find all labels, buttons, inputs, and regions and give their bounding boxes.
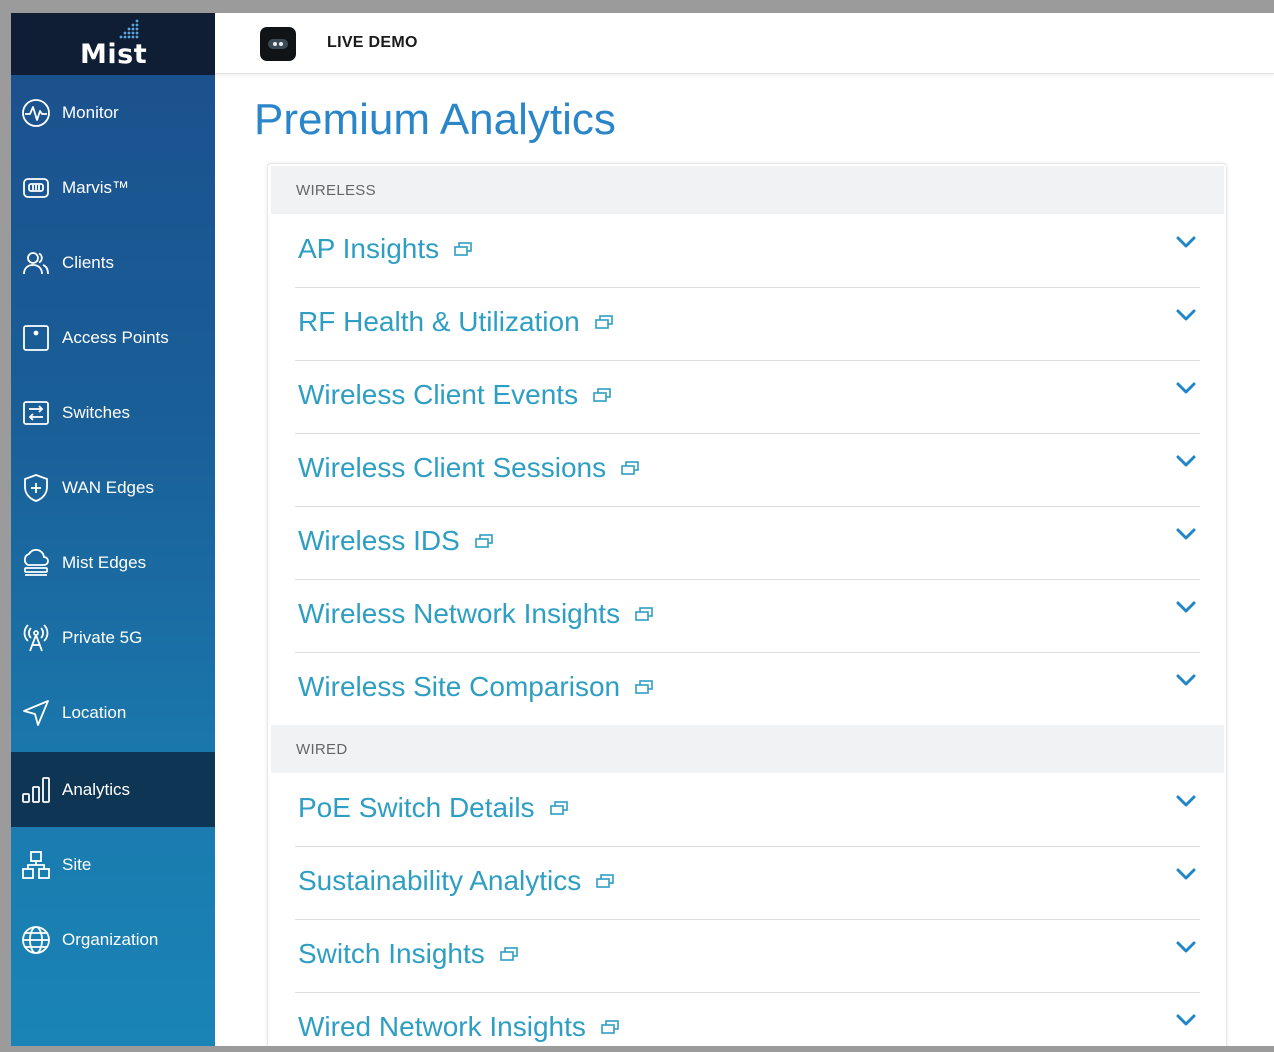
- sidebar-item-site[interactable]: Site: [11, 827, 215, 902]
- list-item-switch-insights[interactable]: Switch Insights: [295, 919, 1200, 993]
- external-link-icon: [474, 534, 493, 548]
- live-demo-icon[interactable]: [260, 27, 296, 61]
- sidebar-item-label: Monitor: [62, 102, 119, 122]
- section-header-wireless: WIRELESS: [271, 166, 1224, 214]
- sidebar-item-analytics[interactable]: Analytics: [11, 752, 215, 827]
- list-item-wireless-ids[interactable]: Wireless IDS: [295, 506, 1200, 580]
- section-header-label: WIRELESS: [296, 181, 376, 199]
- access-point-icon: [20, 322, 52, 354]
- clients-icon: [20, 247, 52, 279]
- list-item-rf-health[interactable]: RF Health & Utilization: [295, 287, 1200, 361]
- sidebar-item-label: Site: [62, 854, 92, 874]
- chevron-down-icon[interactable]: [1175, 793, 1197, 809]
- mist-edge-icon: [20, 547, 52, 579]
- chevron-down-icon[interactable]: [1175, 380, 1197, 396]
- external-link-icon: [596, 874, 615, 888]
- row-label: Wireless Site Comparison: [298, 671, 621, 702]
- chevron-down-icon[interactable]: [1175, 453, 1197, 469]
- page-title: Premium Analytics: [254, 95, 616, 144]
- location-icon: [20, 697, 52, 729]
- sidebar-item-label: Private 5G: [62, 627, 143, 647]
- section-header-label: WIRED: [296, 740, 348, 758]
- list-item-wireless-client-events[interactable]: Wireless Client Events: [295, 360, 1200, 434]
- top-bar: LIVE DEMO: [215, 13, 1274, 74]
- list-item-sustainability-analytics[interactable]: Sustainability Analytics: [295, 846, 1200, 920]
- live-demo-label: LIVE DEMO: [327, 34, 418, 51]
- external-link-icon: [601, 1020, 619, 1034]
- external-link-icon: [635, 680, 653, 694]
- row-label: RF Health & Utilization: [298, 306, 580, 337]
- external-link-icon: [454, 242, 472, 256]
- marvis-icon: [20, 172, 52, 204]
- chevron-down-icon[interactable]: [1175, 526, 1197, 542]
- sidebar-item-label: Clients: [62, 252, 114, 272]
- row-label: Wireless IDS: [298, 525, 460, 556]
- sidebar-item-label: WAN Edges: [62, 477, 154, 497]
- sidebar-item-access-points[interactable]: Access Points: [11, 300, 215, 375]
- sidebar-item-monitor[interactable]: Monitor: [11, 75, 215, 150]
- sidebar-item-mist-edges[interactable]: Mist Edges: [11, 525, 215, 600]
- sidebar-item-label: Analytics: [62, 779, 131, 799]
- section-header-wired: WIRED: [271, 725, 1224, 773]
- row-label: Wireless Client Events: [298, 379, 579, 410]
- external-link-icon: [621, 461, 639, 475]
- site-icon: [20, 849, 52, 881]
- sidebar-item-marvis[interactable]: Marvis™: [11, 150, 215, 225]
- list-item-poe-switch-details[interactable]: PoE Switch Details: [295, 773, 1200, 847]
- antenna-icon: [20, 622, 52, 654]
- sidebar-item-label: Access Points: [62, 327, 169, 347]
- logo-dots-icon: [119, 19, 139, 39]
- list-item-wired-network-insights[interactable]: Wired Network Insights: [295, 992, 1200, 1046]
- list-item-ap-insights[interactable]: AP Insights: [295, 214, 1200, 288]
- list-item-wireless-site-comparison[interactable]: Wireless Site Comparison: [295, 652, 1200, 725]
- chevron-down-icon[interactable]: [1175, 939, 1197, 955]
- switch-icon: [20, 397, 52, 429]
- external-link-icon: [499, 947, 518, 961]
- row-label: PoE Switch Details: [298, 792, 535, 823]
- sidebar-item-location[interactable]: Location: [11, 675, 215, 750]
- analytics-icon: [20, 774, 52, 806]
- row-label: Wired Network Insights: [298, 1011, 586, 1042]
- mist-logo[interactable]: Mist: [11, 13, 215, 75]
- chevron-down-icon[interactable]: [1175, 1012, 1197, 1028]
- row-label: Switch Insights: [298, 938, 485, 969]
- sidebar-item-label: Mist Edges: [62, 552, 147, 572]
- external-link-icon: [635, 607, 653, 621]
- sidebar-item-label: Organization: [62, 929, 159, 949]
- analytics-panel: WIRELESS AP Insights RF Health & Utiliza…: [267, 163, 1227, 1046]
- sidebar-item-switches[interactable]: Switches: [11, 375, 215, 450]
- sidebar-item-label: Marvis™: [62, 177, 130, 197]
- chevron-down-icon[interactable]: [1175, 672, 1197, 688]
- row-label: Wireless Network Insights: [298, 598, 621, 629]
- sidebar-item-label: Location: [62, 702, 127, 722]
- chevron-down-icon[interactable]: [1175, 866, 1197, 882]
- app-window: Mist Monitor Marvis™ Clients Access Poin: [11, 13, 1274, 1046]
- chevron-down-icon[interactable]: [1175, 234, 1197, 250]
- chevron-down-icon[interactable]: [1175, 307, 1197, 323]
- sidebar: Mist Monitor Marvis™ Clients Access Poin: [11, 13, 215, 1046]
- sidebar-item-private-5g[interactable]: Private 5G: [11, 600, 215, 675]
- external-link-icon: [594, 315, 613, 329]
- chevron-down-icon[interactable]: [1175, 599, 1197, 615]
- sidebar-item-clients[interactable]: Clients: [11, 225, 215, 300]
- external-link-icon: [593, 388, 611, 402]
- globe-icon: [20, 924, 52, 956]
- sidebar-item-label: Switches: [62, 402, 131, 422]
- row-label: Sustainability Analytics: [298, 865, 582, 896]
- monitor-icon: [20, 97, 52, 129]
- row-label: Wireless Client Sessions: [298, 452, 607, 483]
- row-label: AP Insights: [298, 233, 440, 264]
- sidebar-item-organization[interactable]: Organization: [11, 902, 215, 977]
- logo-text: Mist: [80, 39, 148, 70]
- list-item-wireless-network-insights[interactable]: Wireless Network Insights: [295, 579, 1200, 653]
- wan-edge-icon: [20, 472, 52, 504]
- external-link-icon: [549, 801, 568, 815]
- list-item-wireless-client-sessions[interactable]: Wireless Client Sessions: [295, 433, 1200, 507]
- sidebar-item-wan-edges[interactable]: WAN Edges: [11, 450, 215, 525]
